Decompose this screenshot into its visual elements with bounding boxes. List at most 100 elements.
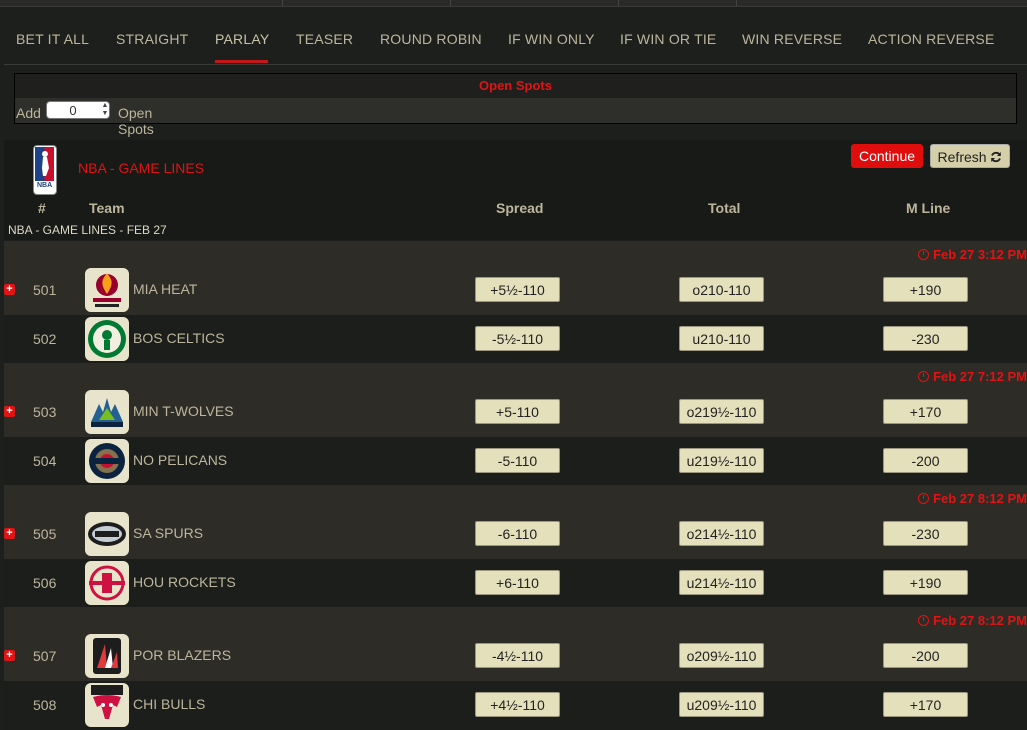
column-header-spread: Spread: [496, 200, 544, 216]
moneyline-odds-button[interactable]: -230: [883, 326, 968, 351]
rotation-number: 504: [33, 453, 57, 469]
column-header-team: Team: [89, 200, 125, 216]
tab-action-reverse[interactable]: ACTION REVERSE: [868, 31, 995, 47]
game-time-text: Feb 27 8:12 PM: [933, 491, 1027, 506]
tab-bet-it-all[interactable]: BET IT ALL: [16, 31, 89, 47]
celtics-logo-icon: [85, 317, 129, 361]
expand-plus-icon[interactable]: +: [4, 650, 15, 661]
total-odds-button[interactable]: o214½-110: [679, 521, 764, 546]
game-time: Feb 27 7:12 PM: [918, 369, 1027, 384]
game-block: Feb 27 7:12 PM +503 MIN T-WOLVES +5-110 o219…: [4, 363, 1027, 486]
rotation-number: 505: [33, 526, 57, 542]
tab-if-win-or-tie[interactable]: IF WIN OR TIE: [620, 31, 716, 47]
moneyline-odds-button[interactable]: +170: [883, 692, 968, 717]
team-name: HOU ROCKETS: [133, 574, 236, 590]
tab-win-reverse[interactable]: WIN REVERSE: [742, 31, 842, 47]
refresh-button[interactable]: Refresh: [930, 144, 1010, 168]
nba-section-header: NBA NBA - GAME LINES Continue Refresh # …: [4, 140, 1027, 240]
game-time: Feb 27 8:12 PM: [918, 491, 1027, 506]
total-odds-button[interactable]: o209½-110: [679, 643, 764, 668]
heat-logo-icon: [85, 268, 129, 312]
section-title[interactable]: NBA - GAME LINES: [78, 160, 204, 176]
moneyline-odds-button[interactable]: +190: [883, 277, 968, 302]
refresh-icon: [991, 151, 1002, 163]
game-time-text: Feb 27 3:12 PM: [933, 247, 1027, 262]
total-odds-button[interactable]: u214½-110: [679, 570, 764, 595]
rotation-number: 506: [33, 575, 57, 591]
total-odds-button[interactable]: u209½-110: [679, 692, 764, 717]
top-strip-segment: [450, 0, 619, 6]
team-name: SA SPURS: [133, 525, 204, 541]
top-strip-segment: [282, 0, 451, 6]
column-header-total: Total: [708, 200, 741, 216]
tab-teaser[interactable]: TEASER: [296, 31, 353, 47]
spread-odds-button[interactable]: -6-110: [475, 521, 560, 546]
add-label: Add: [16, 105, 41, 121]
game-time: Feb 27 8:12 PM: [918, 613, 1027, 628]
top-strip: [0, 0, 1027, 7]
team-name: MIN T-WOLVES: [133, 403, 234, 419]
spread-odds-button[interactable]: +6-110: [475, 570, 560, 595]
spread-odds-button[interactable]: +4½-110: [475, 692, 560, 717]
team-name: MIA HEAT: [133, 281, 198, 297]
spurs-logo-icon: [85, 512, 129, 556]
game-block: Feb 27 8:12 PM +505 SA SPURS -6-110 o214½-11…: [4, 485, 1027, 608]
expand-plus-icon[interactable]: +: [4, 284, 15, 295]
timberwolves-logo-icon: [85, 390, 129, 434]
team-row: +505 SA SPURS -6-110 o214½-110 -230: [4, 510, 1027, 559]
open-spots-label: Open Spots: [118, 105, 154, 137]
rockets-logo-icon: [85, 561, 129, 605]
clock-icon: [918, 371, 930, 382]
expand-plus-icon[interactable]: +: [4, 528, 15, 539]
team-name: CHI BULLS: [133, 696, 206, 712]
game-time-bar: Feb 27 8:12 PM: [4, 485, 1027, 510]
game-time-bar: Feb 27 8:12 PM: [4, 607, 1027, 632]
tab-round-robin[interactable]: ROUND ROBIN: [380, 31, 482, 47]
open-spots-panel: Open Spots Add 0 ▲ ▼ Open Spots: [14, 73, 1017, 137]
blazers-logo-icon: [85, 634, 129, 678]
expand-plus-icon[interactable]: +: [4, 406, 15, 417]
bet-type-tabs: BET IT ALL STRAIGHT PARLAY TEASER ROUND …: [4, 20, 1027, 65]
moneyline-odds-button[interactable]: -200: [883, 643, 968, 668]
rotation-number: 503: [33, 404, 57, 420]
clock-icon: [918, 493, 930, 504]
column-header-mline: M Line: [906, 200, 951, 216]
moneyline-odds-button[interactable]: -230: [883, 521, 968, 546]
pelicans-logo-icon: [85, 439, 129, 483]
spread-odds-button[interactable]: -4½-110: [475, 643, 560, 668]
rotation-number: 501: [33, 282, 57, 298]
tab-parlay[interactable]: PARLAY: [215, 31, 269, 47]
moneyline-odds-button[interactable]: -200: [883, 448, 968, 473]
spread-odds-button[interactable]: -5½-110: [475, 326, 560, 351]
spread-odds-button[interactable]: +5-110: [475, 399, 560, 424]
spread-odds-button[interactable]: +5½-110: [475, 277, 560, 302]
team-row: 508 CHI BULLS +4½-110 u209½-110 +170: [4, 681, 1027, 730]
total-odds-button[interactable]: u210-110: [679, 326, 764, 351]
continue-button[interactable]: Continue: [851, 144, 923, 168]
team-row: 504 NO PELICANS -5-110 u219½-110 -200: [4, 437, 1027, 486]
total-odds-button[interactable]: u219½-110: [679, 448, 764, 473]
tab-straight[interactable]: STRAIGHT: [116, 31, 188, 47]
team-row: +501 MIA HEAT +5½-110 o210-110 +190: [4, 266, 1027, 315]
top-strip-segment: [618, 0, 737, 6]
spots-stepper-icon[interactable]: ▲ ▼: [100, 102, 110, 118]
rotation-number: 502: [33, 331, 57, 347]
clock-icon: [918, 249, 930, 260]
total-odds-button[interactable]: o210-110: [679, 277, 764, 302]
team-row: +507 POR BLAZERS -4½-110 o209½-110 -200: [4, 632, 1027, 681]
tab-if-win-only[interactable]: IF WIN ONLY: [508, 31, 595, 47]
team-row: +503 MIN T-WOLVES +5-110 o219½-110 +170: [4, 388, 1027, 437]
rotation-number: 508: [33, 697, 57, 713]
top-strip-segment: [0, 0, 283, 6]
refresh-label: Refresh: [937, 149, 987, 165]
date-subheading: NBA - GAME LINES - FEB 27: [8, 223, 167, 237]
team-row: 506 HOU ROCKETS +6-110 u214½-110 +190: [4, 559, 1027, 608]
nba-logo-icon: NBA: [33, 145, 57, 195]
spread-odds-button[interactable]: -5-110: [475, 448, 560, 473]
total-odds-button[interactable]: o219½-110: [679, 399, 764, 424]
moneyline-odds-button[interactable]: +170: [883, 399, 968, 424]
team-row: 502 BOS CELTICS -5½-110 u210-110 -230: [4, 315, 1027, 364]
team-name: NO PELICANS: [133, 452, 228, 468]
moneyline-odds-button[interactable]: +190: [883, 570, 968, 595]
game-block: Feb 27 3:12 PM +501 MIA HEAT +5½-110 o210-11…: [4, 241, 1027, 364]
